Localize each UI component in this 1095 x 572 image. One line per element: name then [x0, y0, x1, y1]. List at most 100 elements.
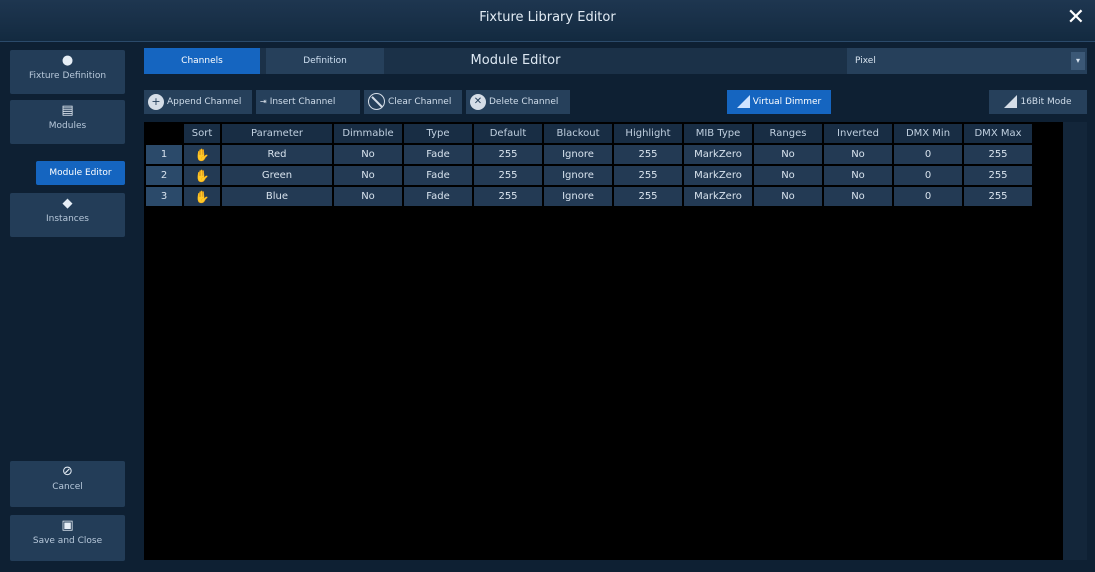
cell-dimmable[interactable]: No	[334, 166, 402, 185]
cell-dimmable[interactable]: No	[334, 187, 402, 206]
virtual-dimmer-toggle[interactable]: Virtual Dimmer	[727, 90, 831, 114]
cell-highlight[interactable]: 255	[614, 145, 682, 164]
cell-ranges[interactable]: No	[754, 187, 822, 206]
cell-default[interactable]: 255	[474, 145, 542, 164]
table-row[interactable]: 1 ✋ Red No Fade 255 Ignore 255 MarkZero …	[146, 145, 1032, 164]
sidebar-item-fixture-definition[interactable]: ● Fixture Definition	[10, 50, 125, 94]
cell-ranges[interactable]: No	[754, 166, 822, 185]
channel-table: Sort Parameter Dimmable Type Default Bla…	[144, 122, 1034, 208]
table-row[interactable]: 2 ✋ Green No Fade 255 Ignore 255 MarkZer…	[146, 166, 1032, 185]
append-label: Append Channel	[167, 97, 242, 107]
column-header-parameter[interactable]: Parameter	[222, 124, 332, 143]
no-entry-icon: o	[368, 93, 385, 110]
delete-icon: ✕	[470, 93, 486, 110]
main-panel: Channels Definition Module Editor Pixel …	[136, 42, 1095, 572]
bulb-icon: ●	[61, 53, 74, 68]
cell-parameter[interactable]: Red	[222, 145, 332, 164]
cell-type[interactable]: Fade	[404, 187, 472, 206]
cell-dmx-min[interactable]: 0	[894, 145, 962, 164]
table-row[interactable]: 3 ✋ Blue No Fade 255 Ignore 255 MarkZero…	[146, 187, 1032, 206]
insert-label: Insert Channel	[269, 97, 336, 107]
module-select[interactable]: Pixel ▾	[847, 48, 1087, 74]
cell-highlight[interactable]: 255	[614, 187, 682, 206]
cell-highlight[interactable]: 255	[614, 166, 682, 185]
ramp-icon	[1004, 95, 1018, 108]
sort-handle-icon[interactable]: ✋	[184, 166, 220, 185]
delete-label: Delete Channel	[489, 97, 559, 107]
cell-mib-type[interactable]: MarkZero	[684, 166, 752, 185]
insert-icon: ⇥	[260, 96, 267, 106]
tab-bar: Channels Definition Module Editor Pixel …	[144, 48, 1087, 74]
column-header-dmx-min[interactable]: DMX Min	[894, 124, 962, 143]
chevron-down-icon[interactable]: ▾	[1071, 52, 1085, 70]
cell-inverted[interactable]: No	[824, 187, 892, 206]
column-header-default[interactable]: Default	[474, 124, 542, 143]
cell-blackout[interactable]: Ignore	[544, 166, 612, 185]
cell-ranges[interactable]: No	[754, 145, 822, 164]
cell-blackout[interactable]: Ignore	[544, 187, 612, 206]
append-channel-button[interactable]: + Append Channel	[144, 90, 252, 114]
toolbar: +Append Channel ⇥Insert Channel oClear C…	[144, 90, 1087, 114]
column-header-blackout[interactable]: Blackout	[544, 124, 612, 143]
cell-blackout[interactable]: Ignore	[544, 145, 612, 164]
cell-inverted[interactable]: No	[824, 145, 892, 164]
cell-parameter[interactable]: Green	[222, 166, 332, 185]
cell-parameter[interactable]: Blue	[222, 187, 332, 206]
cell-type[interactable]: Fade	[404, 166, 472, 185]
cell-dmx-max[interactable]: 255	[964, 166, 1032, 185]
cell-inverted[interactable]: No	[824, 166, 892, 185]
cell-dmx-max[interactable]: 255	[964, 187, 1032, 206]
window-title: Fixture Library Editor	[479, 10, 616, 25]
column-header-inverted[interactable]: Inverted	[824, 124, 892, 143]
clear-channel-button[interactable]: oClear Channel	[364, 90, 462, 114]
delete-channel-button[interactable]: ✕ Delete Channel	[466, 90, 570, 114]
cube-icon: ◆	[62, 196, 73, 211]
vertical-scrollbar[interactable]	[1063, 122, 1087, 560]
column-header-sort[interactable]: Sort	[184, 124, 220, 143]
column-header-mib-type[interactable]: MIB Type	[684, 124, 752, 143]
clear-label: Clear Channel	[388, 97, 452, 107]
16bit-label: 16Bit Mode	[1020, 97, 1072, 107]
cell-dmx-min[interactable]: 0	[894, 187, 962, 206]
title-bar: Fixture Library Editor ✕	[0, 0, 1095, 42]
ramp-icon	[736, 95, 750, 108]
cell-default[interactable]: 255	[474, 187, 542, 206]
module-select-value: Pixel	[855, 56, 876, 66]
sidebar-item-label: Modules	[48, 121, 87, 131]
insert-channel-button[interactable]: ⇥ Insert Channel	[256, 90, 360, 114]
row-number[interactable]: 1	[146, 145, 182, 164]
cell-dimmable[interactable]: No	[334, 145, 402, 164]
table-header-row: Sort Parameter Dimmable Type Default Bla…	[146, 124, 1032, 143]
cell-dmx-max[interactable]: 255	[964, 145, 1032, 164]
row-number[interactable]: 3	[146, 187, 182, 206]
cancel-button[interactable]: ⊘ Cancel	[10, 461, 125, 507]
page-title: Module Editor	[470, 53, 561, 68]
sort-handle-icon[interactable]: ✋	[184, 187, 220, 206]
sidebar-item-instances[interactable]: ◆ Instances	[10, 193, 125, 237]
virtual-dimmer-label: Virtual Dimmer	[752, 97, 822, 107]
cell-default[interactable]: 255	[474, 166, 542, 185]
column-header-dmx-max[interactable]: DMX Max	[964, 124, 1032, 143]
cell-dmx-min[interactable]: 0	[894, 166, 962, 185]
cell-mib-type[interactable]: MarkZero	[684, 187, 752, 206]
sort-handle-icon[interactable]: ✋	[184, 145, 220, 164]
column-header-highlight[interactable]: Highlight	[614, 124, 682, 143]
cell-mib-type[interactable]: MarkZero	[684, 145, 752, 164]
column-header-ranges[interactable]: Ranges	[754, 124, 822, 143]
column-header-type[interactable]: Type	[404, 124, 472, 143]
sidebar: ● Fixture Definition ▤ Modules Module Ed…	[0, 42, 136, 572]
save-icon: ▣	[61, 518, 74, 533]
sidebar-item-label: Fixture Definition	[28, 71, 107, 81]
sidebar-item-modules[interactable]: ▤ Modules	[10, 100, 125, 144]
cancel-label: Cancel	[52, 482, 83, 492]
column-header-dimmable[interactable]: Dimmable	[334, 124, 402, 143]
row-number[interactable]: 2	[146, 166, 182, 185]
save-and-close-button[interactable]: ▣ Save and Close	[10, 515, 125, 561]
cell-type[interactable]: Fade	[404, 145, 472, 164]
close-icon[interactable]: ✕	[1067, 5, 1085, 30]
sidebar-item-label: Instances	[46, 214, 89, 224]
document-icon: ▤	[61, 103, 74, 118]
16bit-mode-toggle[interactable]: 16Bit Mode	[989, 90, 1087, 114]
plus-icon: +	[148, 93, 164, 110]
sidebar-item-module-editor[interactable]: Module Editor	[36, 161, 125, 185]
